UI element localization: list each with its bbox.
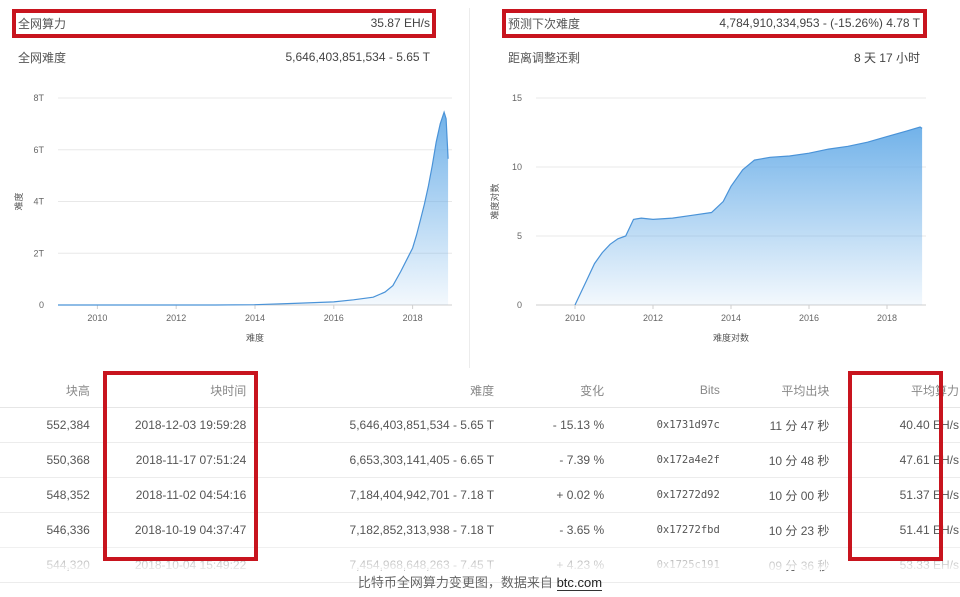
x-axis-label: 难度对数 bbox=[713, 332, 749, 343]
series-line bbox=[58, 110, 449, 306]
y-tick-label: 10 bbox=[512, 162, 522, 172]
y-axis-label: 难度 bbox=[13, 192, 24, 210]
difficulty-label: 全网难度 bbox=[18, 50, 67, 65]
x-tick-label: 2016 bbox=[799, 313, 819, 323]
avg-block-time: 10 分 00 秒 bbox=[720, 477, 831, 513]
x-tick-label: 2012 bbox=[643, 313, 663, 323]
avg-block-time: 11 分 47 秒 bbox=[720, 407, 831, 443]
y-tick-label: 8T bbox=[33, 93, 44, 103]
block-height-link[interactable]: 548,352 bbox=[0, 477, 98, 513]
difficulty: 5,646,403,851,534 - 5.65 T bbox=[268, 407, 496, 443]
header-difficulty[interactable]: 难度 bbox=[268, 373, 496, 408]
highlight-avg-hashrate-column bbox=[848, 371, 943, 561]
highlight-next-difficulty bbox=[502, 9, 927, 38]
x-tick-label: 2010 bbox=[565, 313, 585, 323]
caption-source-link[interactable]: btc.com bbox=[556, 575, 603, 591]
y-tick-label: 4T bbox=[33, 197, 44, 207]
y-axis-label: 难度对数 bbox=[489, 183, 500, 219]
difficulty-change: - 7.39 % bbox=[495, 442, 606, 478]
y-tick-label: 2T bbox=[33, 248, 44, 258]
y-tick-label: 0 bbox=[39, 300, 44, 310]
block-height-link[interactable]: 552,384 bbox=[0, 407, 98, 443]
y-tick-label: 0 bbox=[517, 300, 522, 310]
remaining-row: 距离调整还剩 8 天 17 小时 bbox=[508, 46, 920, 68]
difficulty-log-chart: 0510152010 2012 2014 2016 2018难度对数难度对数 bbox=[489, 93, 926, 343]
difficulty-chart: 02T4T6T8T2010 2012 2014 2016 2018难度难度 bbox=[13, 93, 452, 343]
block-height-link[interactable]: 550,368 bbox=[0, 442, 98, 478]
difficulty-value: 5,646,403,851,534 - 5.65 T bbox=[285, 50, 430, 64]
x-tick-label: 2016 bbox=[324, 313, 344, 323]
highlight-block-time-column bbox=[103, 371, 258, 561]
highlight-hashrate bbox=[12, 9, 436, 38]
difficulty-change: - 15.13 % bbox=[495, 407, 606, 443]
series-area bbox=[58, 112, 449, 305]
header-avg-block[interactable]: 平均出块 bbox=[720, 373, 831, 408]
difficulty-row: 全网难度 5,646,403,851,534 - 5.65 T bbox=[18, 46, 430, 68]
bits: 0x172a4e2f bbox=[605, 442, 721, 478]
difficulty-change: + 0.02 % bbox=[495, 477, 606, 513]
x-tick-label: 2018 bbox=[877, 313, 897, 323]
y-tick-label: 5 bbox=[517, 231, 522, 241]
avg-block-time: 10 分 48 秒 bbox=[720, 442, 831, 478]
header-change[interactable]: 变化 bbox=[495, 373, 606, 408]
x-tick-label: 2018 bbox=[403, 313, 423, 323]
x-tick-label: 2012 bbox=[166, 313, 186, 323]
x-tick-label: 2014 bbox=[245, 313, 265, 323]
x-axis-label: 难度 bbox=[246, 332, 264, 343]
difficulty: 6,653,303,141,405 - 6.65 T bbox=[268, 442, 496, 478]
bits: 0x17272d92 bbox=[605, 477, 721, 513]
difficulty: 7,184,404,942,701 - 7.18 T bbox=[268, 477, 496, 513]
remaining-value: 8 天 17 小时 bbox=[853, 50, 920, 65]
remaining-label: 距离调整还剩 bbox=[508, 50, 581, 65]
series-area bbox=[575, 127, 923, 305]
header-height[interactable]: 块高 bbox=[0, 373, 98, 408]
bits: 0x1731d97c bbox=[605, 407, 721, 443]
x-tick-label: 2014 bbox=[721, 313, 741, 323]
header-bits[interactable]: Bits bbox=[605, 373, 721, 408]
caption: 比特币全网算力变更图，数据来自 btc.com bbox=[0, 572, 960, 591]
y-tick-label: 15 bbox=[512, 93, 522, 103]
y-tick-label: 6T bbox=[33, 145, 44, 155]
x-tick-label: 2010 bbox=[87, 313, 107, 323]
caption-text: 比特币全网算力变更图，数据来自 bbox=[357, 575, 553, 590]
